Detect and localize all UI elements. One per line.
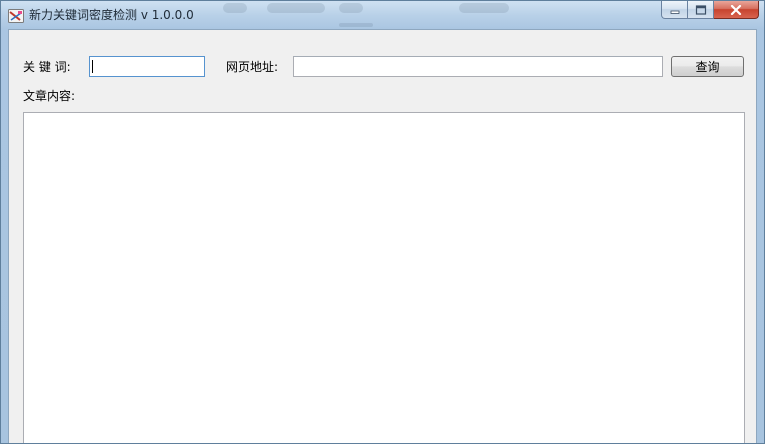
- close-button[interactable]: [714, 1, 759, 19]
- background-blur: [223, 3, 247, 13]
- maximize-button[interactable]: [688, 1, 714, 19]
- app-icon[interactable]: [8, 8, 24, 23]
- keyword-label: 关 键 词:: [23, 60, 71, 74]
- minimize-button[interactable]: [661, 1, 688, 19]
- client-area: 关 键 词: 网页地址: 查询 文章内容:: [8, 29, 757, 443]
- background-blur: [339, 3, 363, 13]
- query-button[interactable]: 查询: [671, 56, 744, 77]
- background-blur: [459, 3, 509, 13]
- background-blur: [339, 23, 373, 27]
- background-blur: [267, 3, 325, 13]
- content-textarea[interactable]: [23, 112, 745, 443]
- window-title: 新力关键词密度检测 v 1.0.0.0: [29, 8, 194, 22]
- text-caret: [92, 60, 93, 73]
- minimize-icon: [670, 10, 679, 14]
- title-bar[interactable]: 新力关键词密度检测 v 1.0.0.0: [1, 1, 764, 29]
- url-input[interactable]: [293, 56, 663, 77]
- app-window: 新力关键词密度检测 v 1.0.0.0 关 键 词: 网页地址: 查询 文章内容…: [0, 0, 765, 444]
- content-label: 文章内容:: [23, 89, 76, 103]
- url-label: 网页地址:: [226, 60, 279, 74]
- caption-buttons: [661, 1, 759, 21]
- close-icon: [730, 4, 742, 15]
- maximize-icon: [695, 4, 706, 15]
- keyword-input[interactable]: [89, 56, 205, 77]
